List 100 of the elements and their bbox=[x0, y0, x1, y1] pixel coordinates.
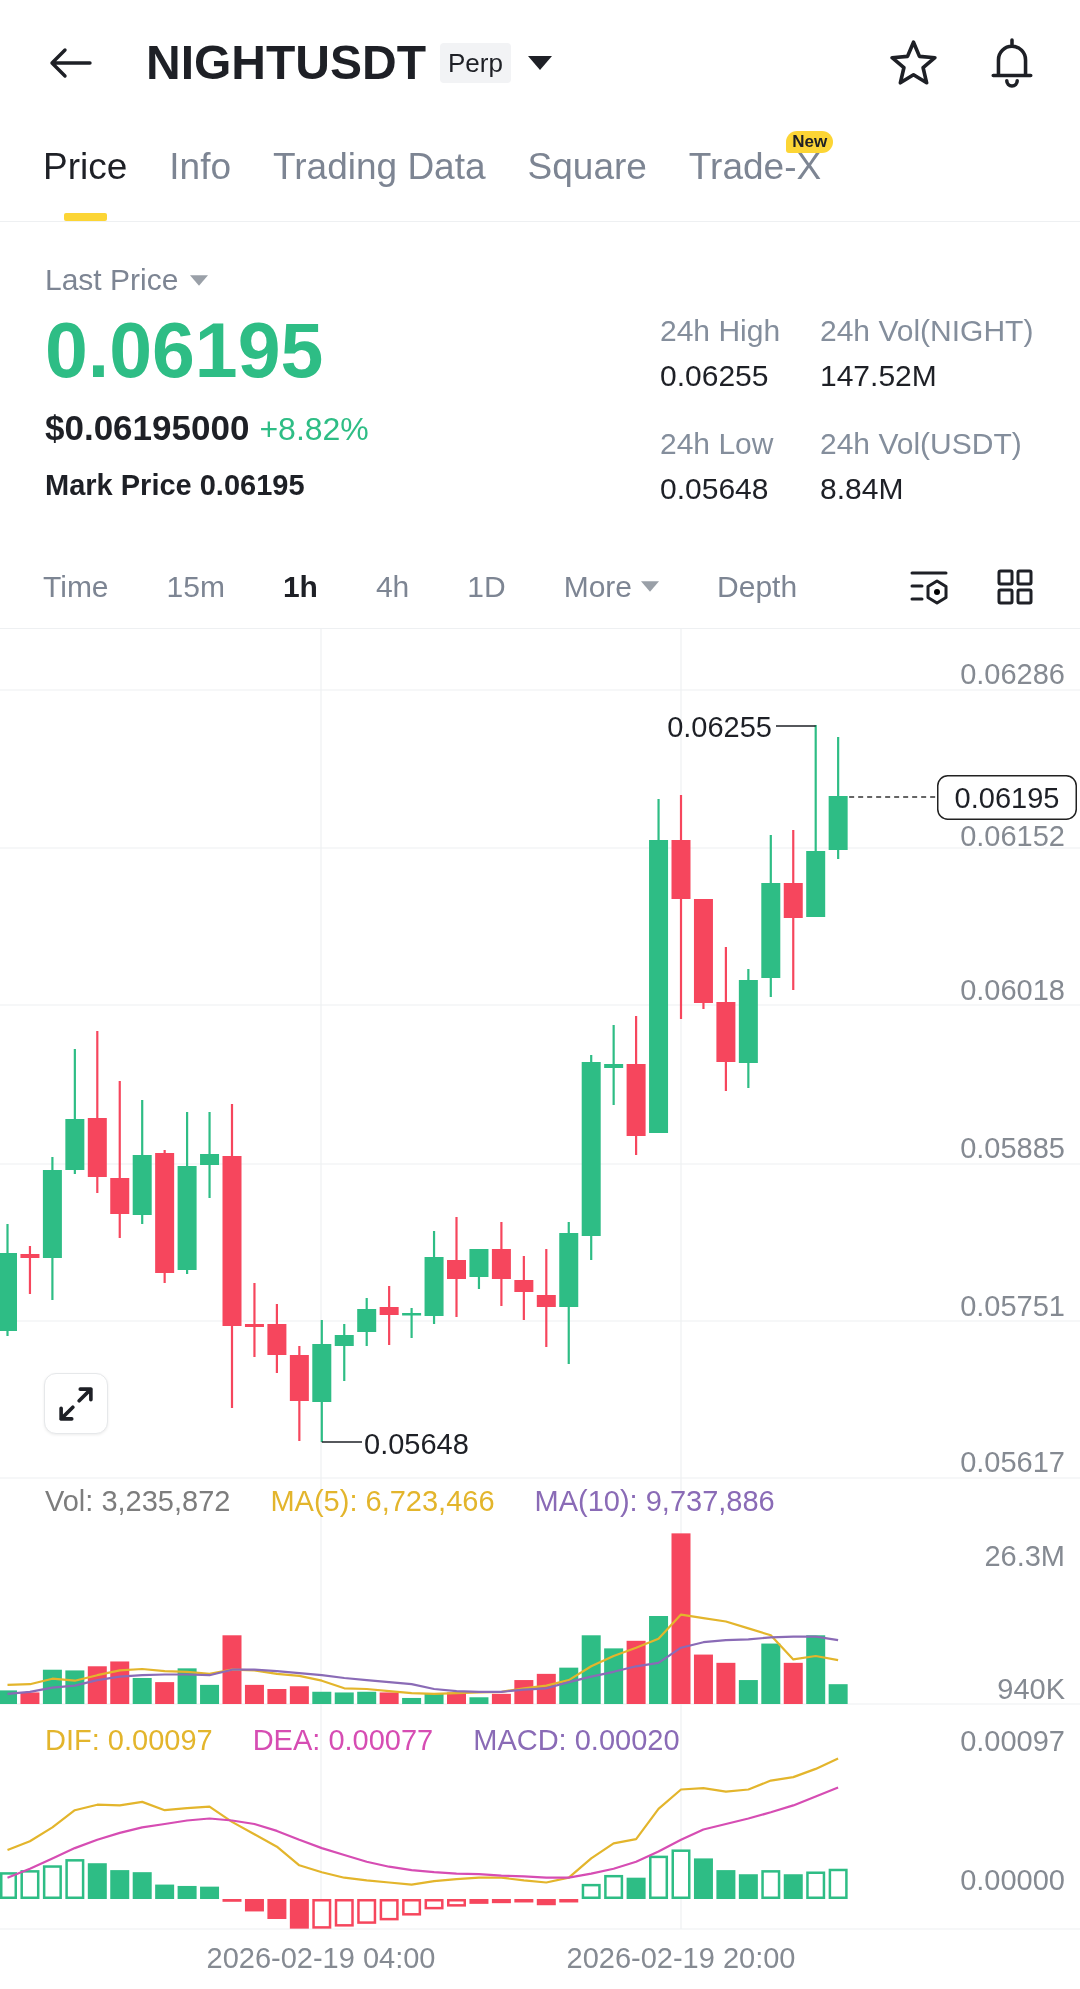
macd-bar bbox=[132, 1872, 152, 1899]
volume-bar bbox=[155, 1682, 175, 1704]
macd-bar bbox=[783, 1874, 803, 1899]
macd-bar bbox=[0, 1872, 17, 1899]
tab[interactable]: Trading Data bbox=[273, 125, 486, 221]
macd-bar bbox=[42, 1865, 62, 1899]
macd-bar bbox=[20, 1870, 40, 1899]
stat-label: 24h High bbox=[660, 313, 782, 349]
legend-label: MA(10): 9,737,886 bbox=[534, 1485, 775, 1517]
axis-label: 0.05885 bbox=[960, 1132, 1065, 1164]
macd-bar bbox=[671, 1849, 691, 1899]
macd-bar bbox=[312, 1899, 332, 1929]
tab[interactable]: Square bbox=[527, 125, 647, 221]
macd-bar bbox=[402, 1899, 422, 1916]
interval-tab[interactable]: Time bbox=[43, 568, 109, 605]
axis-label: 0.05617 bbox=[960, 1446, 1065, 1478]
high-price-label: 0.06255 bbox=[667, 711, 772, 743]
market-type-badge: Perp bbox=[440, 42, 511, 83]
time-axis-label: 2026-02-19 04:00 bbox=[206, 1942, 436, 1974]
volume-bar bbox=[491, 1693, 511, 1704]
caret-icon bbox=[190, 274, 209, 286]
macd-bar bbox=[649, 1855, 669, 1899]
macd-bar bbox=[716, 1870, 736, 1899]
volume-bar bbox=[289, 1686, 309, 1704]
macd-bar bbox=[289, 1899, 309, 1929]
stat-value: 147.52M bbox=[820, 358, 938, 394]
legend-label: DIF: 0.00097 bbox=[45, 1724, 213, 1756]
macd-bar bbox=[424, 1899, 444, 1910]
macd-bar bbox=[200, 1886, 220, 1899]
volume-bar bbox=[716, 1662, 736, 1704]
macd-bar bbox=[110, 1870, 130, 1899]
layout-grid-icon[interactable] bbox=[997, 568, 1033, 605]
macd-bar bbox=[177, 1885, 197, 1899]
tab[interactable]: Trade-X New bbox=[688, 125, 834, 221]
volume-bar bbox=[132, 1678, 152, 1704]
interval-tab[interactable]: Depth bbox=[717, 568, 798, 605]
price-type-dropdown[interactable]: Last Price bbox=[45, 262, 209, 298]
candle bbox=[402, 1308, 422, 1338]
macd-bar bbox=[334, 1899, 354, 1927]
caret-icon bbox=[641, 581, 660, 592]
axis-label: 0.00000 bbox=[960, 1864, 1065, 1896]
low-price-label: 0.05648 bbox=[364, 1428, 469, 1460]
macd-bar bbox=[447, 1899, 466, 1907]
symbol-title: NIGHTUSDT bbox=[146, 34, 426, 91]
expand-icon bbox=[59, 1386, 93, 1421]
interval-tab[interactable]: 4h bbox=[375, 568, 410, 605]
candle bbox=[379, 1286, 399, 1345]
volume-bar bbox=[738, 1680, 758, 1704]
macd-bar bbox=[738, 1874, 758, 1899]
time-axis-label: 2026-02-19 20:00 bbox=[566, 1942, 796, 1974]
volume-bar bbox=[693, 1654, 713, 1704]
price-tag: 0.06195 bbox=[937, 775, 1077, 820]
volume-bar bbox=[828, 1684, 848, 1704]
volume-bar bbox=[806, 1635, 826, 1704]
macd-bar bbox=[87, 1863, 107, 1899]
legend-label: DEA: 0.00077 bbox=[252, 1724, 434, 1756]
volume-bar bbox=[469, 1697, 489, 1704]
volume-bar bbox=[379, 1692, 399, 1704]
macd-bar bbox=[536, 1899, 556, 1906]
stat-value: 8.84M bbox=[820, 471, 905, 507]
new-badge: New bbox=[786, 131, 834, 153]
volume-bar bbox=[0, 1690, 17, 1704]
macd-bar bbox=[761, 1870, 781, 1899]
mark-price-label: Mark Price bbox=[45, 468, 192, 503]
axis-label: 940K bbox=[997, 1673, 1065, 1705]
candle bbox=[514, 1256, 534, 1320]
legend-label: Vol: 3,235,872 bbox=[45, 1485, 231, 1517]
axis-label: 0.06018 bbox=[960, 974, 1065, 1006]
macd-bar bbox=[604, 1874, 624, 1899]
bell-icon[interactable] bbox=[991, 37, 1033, 88]
interval-tab[interactable]: 1D bbox=[467, 568, 506, 605]
candle bbox=[357, 1298, 377, 1346]
back-icon[interactable] bbox=[48, 46, 94, 79]
macd-bar bbox=[581, 1883, 601, 1899]
more-dropdown[interactable]: More bbox=[563, 568, 660, 605]
volume-bar bbox=[604, 1648, 624, 1704]
tab[interactable]: Info bbox=[169, 125, 232, 221]
volume-bar bbox=[581, 1635, 601, 1704]
interval-tab[interactable]: 1h bbox=[282, 568, 318, 605]
stat-value: 0.06255 bbox=[660, 358, 770, 394]
macd-bar bbox=[65, 1859, 85, 1899]
interval-tab[interactable]: 15m bbox=[166, 568, 225, 605]
stat-label: 24h Vol(NIGHT) bbox=[820, 313, 1035, 349]
volume-bar bbox=[222, 1635, 242, 1704]
volume-bar bbox=[402, 1697, 422, 1704]
macd-bar bbox=[267, 1899, 287, 1919]
star-icon[interactable] bbox=[890, 40, 937, 85]
expand-button[interactable] bbox=[44, 1373, 108, 1434]
legend-label: MACD: 0.00020 bbox=[473, 1724, 680, 1756]
candle bbox=[20, 1246, 40, 1294]
caret-icon[interactable] bbox=[527, 55, 552, 70]
volume-bar bbox=[357, 1691, 377, 1704]
macd-bar bbox=[155, 1884, 175, 1899]
stat-label: 24h Low bbox=[660, 426, 775, 462]
high-price-leader bbox=[775, 725, 817, 727]
volume-bar bbox=[424, 1693, 444, 1704]
macd-bar bbox=[828, 1868, 848, 1899]
tab[interactable]: Price bbox=[43, 125, 128, 221]
volume-bar bbox=[200, 1684, 220, 1704]
stat-label: 24h Vol(USDT) bbox=[820, 426, 1023, 462]
